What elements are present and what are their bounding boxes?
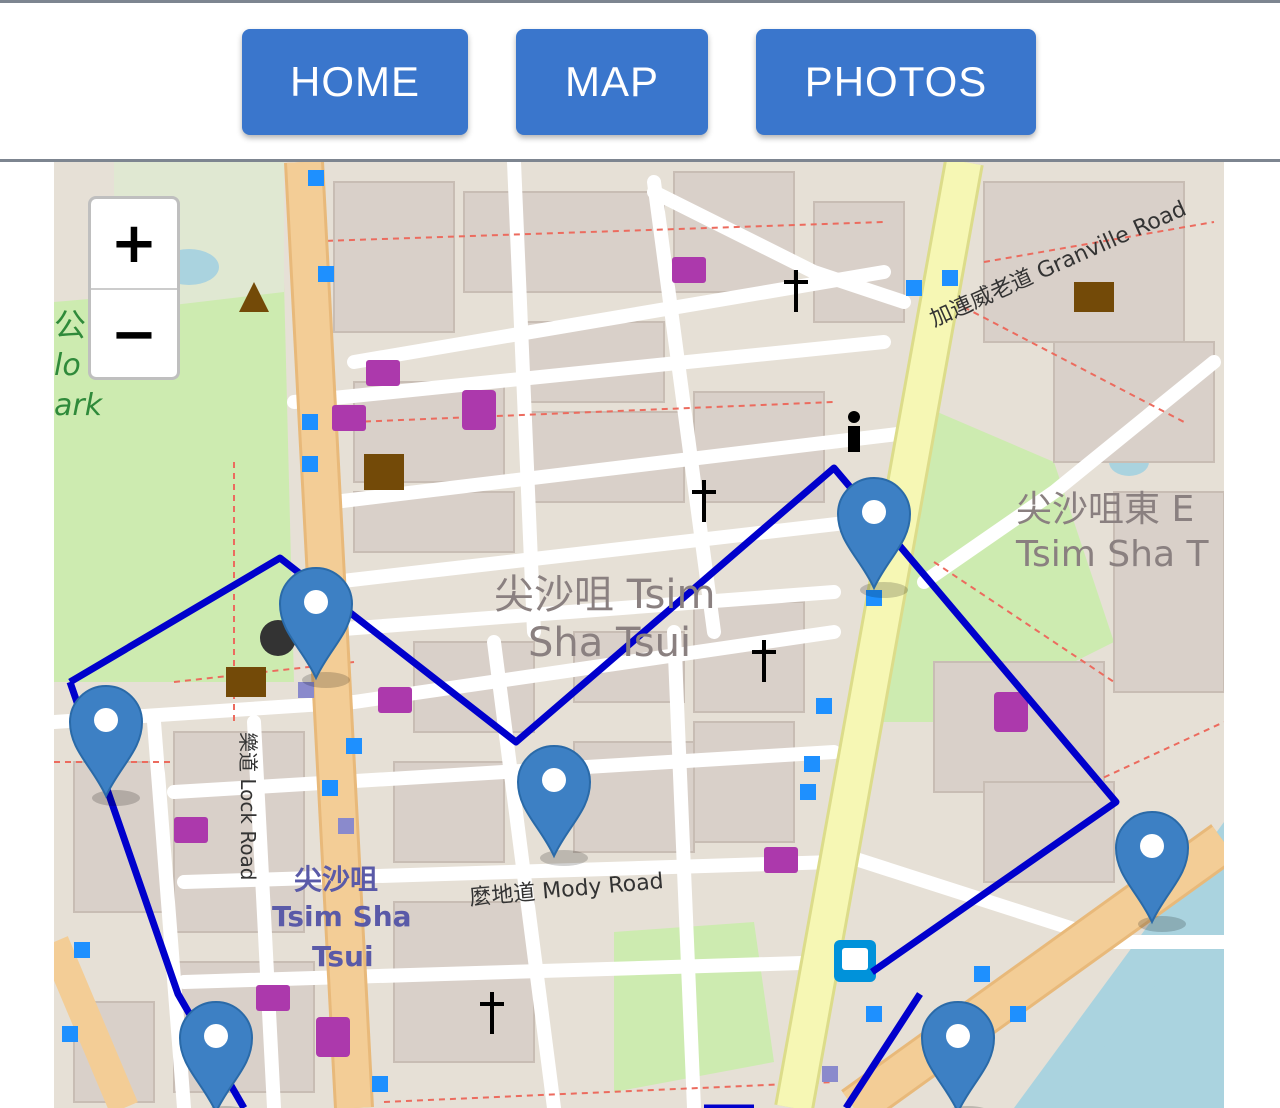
map-label: 公 xyxy=(54,306,87,344)
district-label: Tsim Sha xyxy=(272,900,412,933)
zoom-control: + − xyxy=(88,196,180,380)
nav-bar: HOME MAP PHOTOS xyxy=(0,3,1280,159)
district-label: 尖沙咀東 E xyxy=(1016,489,1195,530)
zoom-out-button[interactable]: − xyxy=(91,290,177,377)
district-label: 尖沙咀 Tsim xyxy=(494,572,716,618)
district-label: 尖沙咀 xyxy=(294,863,379,896)
road-label: 樂道 Lock Road xyxy=(236,732,260,881)
map-button[interactable]: MAP xyxy=(516,29,708,135)
district-label: Tsim Sha T xyxy=(1016,534,1209,575)
district-label: Sha Tsui xyxy=(528,620,692,666)
photos-button[interactable]: PHOTOS xyxy=(756,29,1036,135)
district-label: Tsui xyxy=(312,940,374,973)
map-label: ark xyxy=(54,388,103,423)
zoom-in-button[interactable]: + xyxy=(91,199,177,290)
map-label: lo xyxy=(54,348,81,383)
home-button[interactable]: HOME xyxy=(242,29,468,135)
map-view[interactable]: 公 lo ark 尖沙咀 Tsim Sha Tsui 尖沙咀東 E Tsim S… xyxy=(54,162,1224,1108)
